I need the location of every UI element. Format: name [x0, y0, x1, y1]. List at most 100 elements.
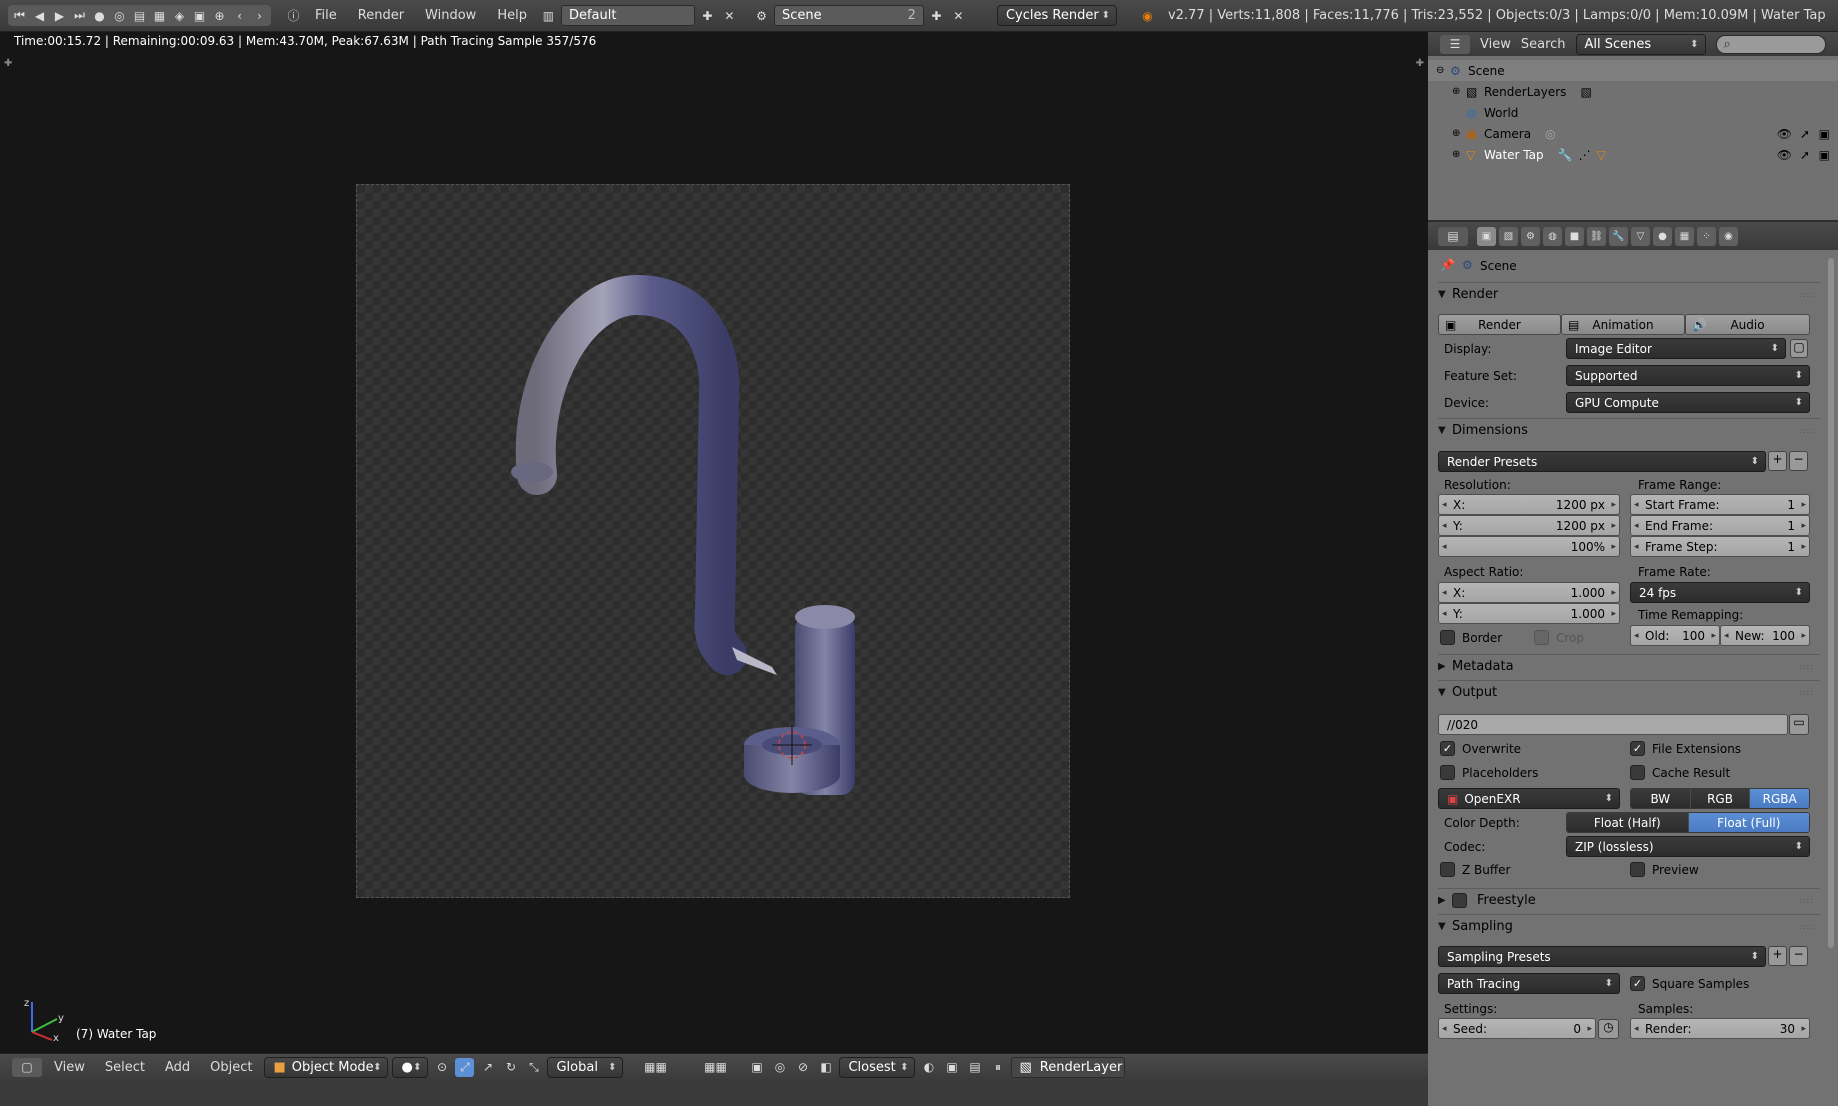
menu-help[interactable]: Help	[488, 8, 536, 23]
corner-widget-icon[interactable]: ✚	[1416, 58, 1424, 69]
render-tab-icon[interactable]: ▣	[1477, 226, 1496, 246]
shading-select[interactable]: ●	[392, 1056, 429, 1078]
drag-grip-icon[interactable]: ::::	[1799, 426, 1814, 435]
scale-icon[interactable]: ⤡	[524, 1058, 543, 1077]
render-layers-tab-icon[interactable]: ▧	[1499, 226, 1518, 246]
output-panel-header[interactable]: ▼ Output::::	[1438, 680, 1820, 704]
color-mode-bw[interactable]: BW	[1631, 789, 1691, 808]
drag-grip-icon[interactable]: ::::	[1799, 290, 1814, 299]
layers-grid-icon[interactable]: ▦▦	[687, 1058, 743, 1077]
properties-panel[interactable]: 📌 ⚙ Scene ▼ Render:::: ▣ Render ▤ Animation…	[1428, 250, 1838, 1106]
resolution-x-field[interactable]: X: 1200 px	[1438, 494, 1620, 515]
layout-icon[interactable]: ▥	[539, 6, 558, 25]
play-reverse-icon[interactable]: ◀	[30, 6, 49, 25]
arrow-right-icon[interactable]: ›	[250, 6, 269, 25]
menu-select[interactable]: Select	[97, 1060, 153, 1075]
camera-icon[interactable]: ▣	[190, 6, 209, 25]
add-layout-icon[interactable]: ✚	[698, 6, 717, 25]
outliner-row-world[interactable]: ◍ World	[1428, 102, 1838, 123]
remove-scene-icon[interactable]: ✕	[949, 6, 968, 25]
drag-grip-icon[interactable]: ::::	[1799, 662, 1814, 671]
modifiers-tab-icon[interactable]: 🔧	[1609, 226, 1628, 246]
outliner-filter-select[interactable]: All Scenes	[1575, 33, 1706, 55]
pin-icon[interactable]: 📌	[1440, 258, 1455, 272]
sampling-panel-header[interactable]: ▼ Sampling::::	[1438, 914, 1820, 938]
data-tab-icon[interactable]: ▽	[1631, 226, 1650, 246]
remove-preset-icon[interactable]: −	[1789, 451, 1808, 471]
color-depth-toggle[interactable]: Float (Half) Float (Full)	[1566, 812, 1810, 833]
info-editor-icon[interactable]: ⓘ	[284, 6, 303, 25]
menu-window[interactable]: Window	[416, 8, 485, 23]
visibility-eye-icon[interactable]: 👁	[1777, 127, 1792, 141]
depth-float-half[interactable]: Float (Half)	[1567, 813, 1689, 832]
scene-icon[interactable]: ⚙	[752, 6, 771, 25]
add-icon[interactable]: ⊕	[210, 6, 229, 25]
expand-icon[interactable]: ⊕	[1452, 86, 1466, 97]
play-icon[interactable]: ▶	[50, 6, 69, 25]
animation-button[interactable]: ▤ Animation	[1561, 314, 1685, 335]
sampling-presets-select[interactable]: Sampling Presets	[1438, 946, 1766, 967]
render-presets-select[interactable]: Render Presets	[1438, 451, 1766, 472]
color-mode-rgb[interactable]: RGB	[1690, 789, 1751, 808]
start-frame-field[interactable]: Start Frame: 1	[1630, 494, 1810, 515]
layers-grid-icon[interactable]: ▦▦	[627, 1058, 683, 1077]
square-samples-checkbox[interactable]: ✓ Square Samples	[1630, 976, 1749, 991]
properties-editor-icon[interactable]: ▤	[1438, 226, 1468, 246]
editor-type-icon[interactable]: ▢	[12, 1057, 42, 1077]
select-cursor-icon[interactable]: ➚	[1800, 127, 1810, 141]
render-panel-header[interactable]: ▼ Render::::	[1438, 282, 1820, 306]
checker-icon[interactable]: ▦	[150, 6, 169, 25]
device-select[interactable]: GPU Compute	[1566, 392, 1810, 413]
remap-new-field[interactable]: New: 100	[1720, 625, 1810, 646]
drag-grip-icon[interactable]: ::::	[1799, 896, 1814, 905]
menu-file[interactable]: File	[306, 8, 346, 23]
keying-icon[interactable]: ◎	[110, 6, 129, 25]
menu-add[interactable]: Add	[157, 1060, 198, 1075]
seed-field[interactable]: Seed: 0	[1438, 1018, 1596, 1039]
cache-result-checkbox[interactable]: Cache Result	[1630, 765, 1730, 780]
remap-old-field[interactable]: Old: 100	[1630, 625, 1720, 646]
drag-grip-icon[interactable]: ::::	[1799, 922, 1814, 931]
file-extensions-checkbox[interactable]: ✓ File Extensions	[1630, 741, 1741, 756]
properties-scrollbar[interactable]	[1828, 258, 1834, 948]
render-samples-field[interactable]: Render: 30	[1630, 1018, 1810, 1039]
z-buffer-checkbox[interactable]: Z Buffer	[1440, 862, 1510, 877]
pause-icon[interactable]: ⏸	[988, 1058, 1007, 1077]
outliner-search-input[interactable]: ⌕	[1715, 34, 1826, 54]
audio-button[interactable]: 🔊 Audio	[1685, 314, 1810, 335]
outliner-row-water-tap[interactable]: ⊕ ▽ Water Tap 🔧 ⋰ ▽ 👁 ➚ ▣	[1428, 144, 1838, 165]
object-tab-icon[interactable]: ■	[1565, 226, 1584, 246]
remove-layout-icon[interactable]: ✕	[720, 6, 739, 25]
feature-set-select[interactable]: Supported	[1566, 365, 1810, 386]
scene-field[interactable]: Scene 2	[773, 5, 924, 26]
aspect-y-field[interactable]: Y: 1.000	[1438, 603, 1620, 624]
placeholders-checkbox[interactable]: Placeholders	[1440, 765, 1538, 780]
physics-tab-icon[interactable]: ◉	[1719, 226, 1738, 246]
corner-widget-icon[interactable]: ✚	[4, 58, 12, 69]
scene-tab-icon[interactable]: ⚙	[1521, 226, 1540, 246]
outliner-row-renderlayers[interactable]: ⊕ ▧ RenderLayers ▧	[1428, 81, 1838, 102]
freestyle-panel-header[interactable]: ▶ Freestyle::::	[1438, 888, 1820, 912]
outliner-search-menu[interactable]: Search	[1521, 37, 1566, 52]
end-frame-field[interactable]: End Frame: 1	[1630, 515, 1810, 536]
frame-rate-select[interactable]: 24 fps	[1630, 582, 1810, 603]
world-tab-icon[interactable]: ◍	[1543, 226, 1562, 246]
integrator-select[interactable]: Path Tracing	[1438, 973, 1620, 994]
proportional-icon[interactable]: ◎	[770, 1058, 789, 1077]
jump-start-icon[interactable]: ⏮	[10, 6, 29, 25]
opengl-anim-icon[interactable]: ▤	[965, 1058, 984, 1077]
select-cursor-icon[interactable]: ➚	[1800, 148, 1810, 162]
dimensions-panel-header[interactable]: ▼ Dimensions::::	[1438, 418, 1820, 442]
menu-render[interactable]: Render	[349, 8, 413, 23]
outliner-editor-icon[interactable]: ☰	[1440, 34, 1470, 54]
collapse-icon[interactable]: ⊖	[1436, 65, 1450, 76]
3d-viewport[interactable]: Time:00:15.72 | Remaining:00:09.63 | Mem…	[0, 32, 1428, 1053]
metadata-panel-header[interactable]: ▶ Metadata::::	[1438, 654, 1820, 678]
outliner-row-camera[interactable]: ⊕ ▣ Camera ◎ 👁 ➚ ▣	[1428, 123, 1838, 144]
menu-object[interactable]: Object	[202, 1060, 260, 1075]
manipulator-icon[interactable]: ⤢	[455, 1057, 475, 1077]
jump-end-icon[interactable]: ⏭	[70, 6, 89, 25]
folder-icon[interactable]: ▭	[1789, 714, 1809, 735]
snap-icon[interactable]: ⊘	[793, 1058, 812, 1077]
preview-checkbox[interactable]: Preview	[1630, 862, 1699, 877]
